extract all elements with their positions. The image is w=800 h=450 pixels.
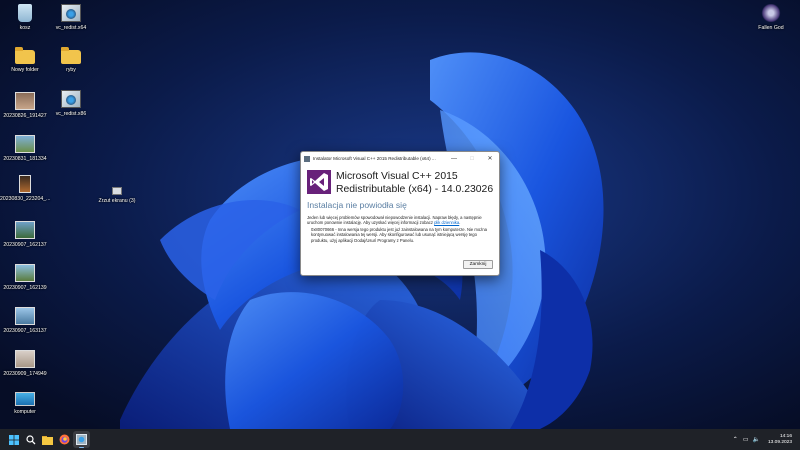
taskbar-installer[interactable]	[73, 431, 90, 448]
failure-heading: Instalacja nie powiodła się	[307, 200, 407, 210]
desktop-icon-label: 20230831_181334	[3, 156, 47, 162]
firefox-icon	[59, 434, 70, 445]
search-button[interactable]	[22, 431, 39, 448]
search-icon	[25, 434, 35, 444]
desktop-icon-label: 20230909_174949	[3, 371, 47, 377]
clock-date: 13.09.2023	[767, 439, 792, 445]
taskbar-file-explorer[interactable]	[39, 431, 56, 448]
desktop-icon-label: ryby	[66, 67, 76, 73]
desktop-icon-vc-redist-x86[interactable]: vc_redist.x86	[46, 90, 96, 117]
computer-icon	[15, 392, 35, 406]
game-icon	[761, 4, 781, 22]
desktop-icon-label: vc_redist.x64	[55, 25, 87, 31]
product-title-line-1: Microsoft Visual C++ 2015	[336, 171, 458, 182]
start-icon	[8, 434, 19, 445]
desktop-icon-label: 20230907_163137	[3, 328, 47, 334]
volume-icon[interactable]: 🔈	[753, 436, 760, 443]
desktop-icon-label: 20230907_162139	[3, 285, 47, 291]
desktop-icon-ryby[interactable]: ryby	[46, 46, 96, 73]
network-icon[interactable]: ▭	[743, 436, 749, 443]
photo-icon	[15, 264, 35, 282]
clock[interactable]: 14:16 13.09.2023	[768, 434, 792, 446]
dialog-title: Instalator Microsoft Visual C++ 2015 Red…	[313, 156, 436, 161]
taskbar: ⌃ ▭ 🔈 14:16 13.09.2023	[0, 429, 800, 450]
photo-icon	[15, 221, 35, 239]
minimize-button[interactable]: —	[445, 152, 463, 165]
desktop-icon-photo[interactable]: 20230907_163137	[0, 307, 50, 334]
desktop-icon-photo[interactable]: 20230907_162139	[0, 264, 50, 291]
desktop-icon-computer[interactable]: komputer	[0, 392, 50, 415]
desktop-icon-fallen-god[interactable]: Fallen God	[746, 4, 796, 31]
photo-icon	[15, 92, 35, 110]
file-explorer-icon	[42, 435, 53, 445]
desktop-icon-photo[interactable]: 20230831_181334	[0, 135, 50, 162]
photo-icon	[19, 175, 31, 193]
desktop-icon-label: komputer	[14, 409, 36, 415]
dialog-header: Microsoft Visual C++ 2015 Redistributabl…	[301, 165, 499, 196]
error-details: 0x80070666 - Inna wersja tego produktu j…	[311, 226, 487, 243]
close-button[interactable]: Zamknij	[463, 260, 493, 269]
desktop-icon-recycle-bin[interactable]: kosz	[0, 4, 50, 31]
desktop-icon-label: 20230826_191427	[3, 113, 47, 119]
installer-icon	[61, 4, 81, 22]
desktop-icon-photo[interactable]: 20230907_162137	[0, 221, 50, 248]
desktop-icon-label: Nowy folder	[11, 67, 39, 73]
desktop-icon-screenshot[interactable]: Zrzut ekranu (3)	[92, 181, 142, 204]
maximize-button: □	[470, 155, 474, 162]
log-file-link[interactable]: plik dziennika	[434, 220, 459, 225]
dialog-titlebar[interactable]: Instalator Microsoft Visual C++ 2015 Red…	[301, 152, 499, 165]
failure-message: Jeden lub więcej problemów spowodował ni…	[307, 215, 491, 226]
desktop-icon-label: 20230907_162137	[3, 242, 47, 248]
desktop-icon-label: 20230830_223204_...	[0, 196, 51, 202]
desktop-icon-label: Fallen God	[758, 25, 784, 31]
start-button[interactable]	[5, 431, 22, 448]
installer-icon	[76, 434, 87, 445]
desktop-icon-photo[interactable]: 20230830_223204_...	[0, 175, 51, 202]
chevron-up-icon[interactable]: ⌃	[733, 436, 738, 443]
installer-dialog: Instalator Microsoft Visual C++ 2015 Red…	[300, 151, 500, 276]
desktop-icon-vc-redist-x64[interactable]: vc_redist.x64	[46, 4, 96, 31]
photo-icon	[15, 350, 35, 368]
visual-studio-logo-icon	[307, 170, 331, 194]
desktop-icon-photo[interactable]: 20230826_191427	[0, 92, 50, 119]
photo-icon	[15, 135, 35, 153]
desktop-icon-new-folder[interactable]: Nowy folder	[0, 46, 50, 73]
desktop-icon-label: Zrzut ekranu (3)	[98, 198, 136, 204]
folder-icon	[15, 47, 35, 64]
taskbar-firefox[interactable]	[56, 431, 73, 448]
photo-icon	[15, 307, 35, 325]
desktop-icon-label: kosz	[19, 25, 31, 31]
close-window-button[interactable]: ✕	[481, 152, 499, 165]
recycle-bin-icon	[18, 4, 32, 22]
system-tray: ⌃ ▭ 🔈 14:16 13.09.2023	[733, 429, 792, 450]
desktop-icon-label: vc_redist.x86	[55, 111, 87, 117]
product-title-line-2: Redistributable (x64) - 14.0.23026	[336, 184, 494, 195]
installer-icon	[61, 90, 81, 108]
failure-message-end: .	[459, 220, 461, 226]
installer-icon	[304, 155, 310, 162]
screenshot-icon	[112, 187, 122, 195]
desktop-icon-photo[interactable]: 20230909_174949	[0, 350, 50, 377]
folder-icon	[61, 47, 81, 64]
